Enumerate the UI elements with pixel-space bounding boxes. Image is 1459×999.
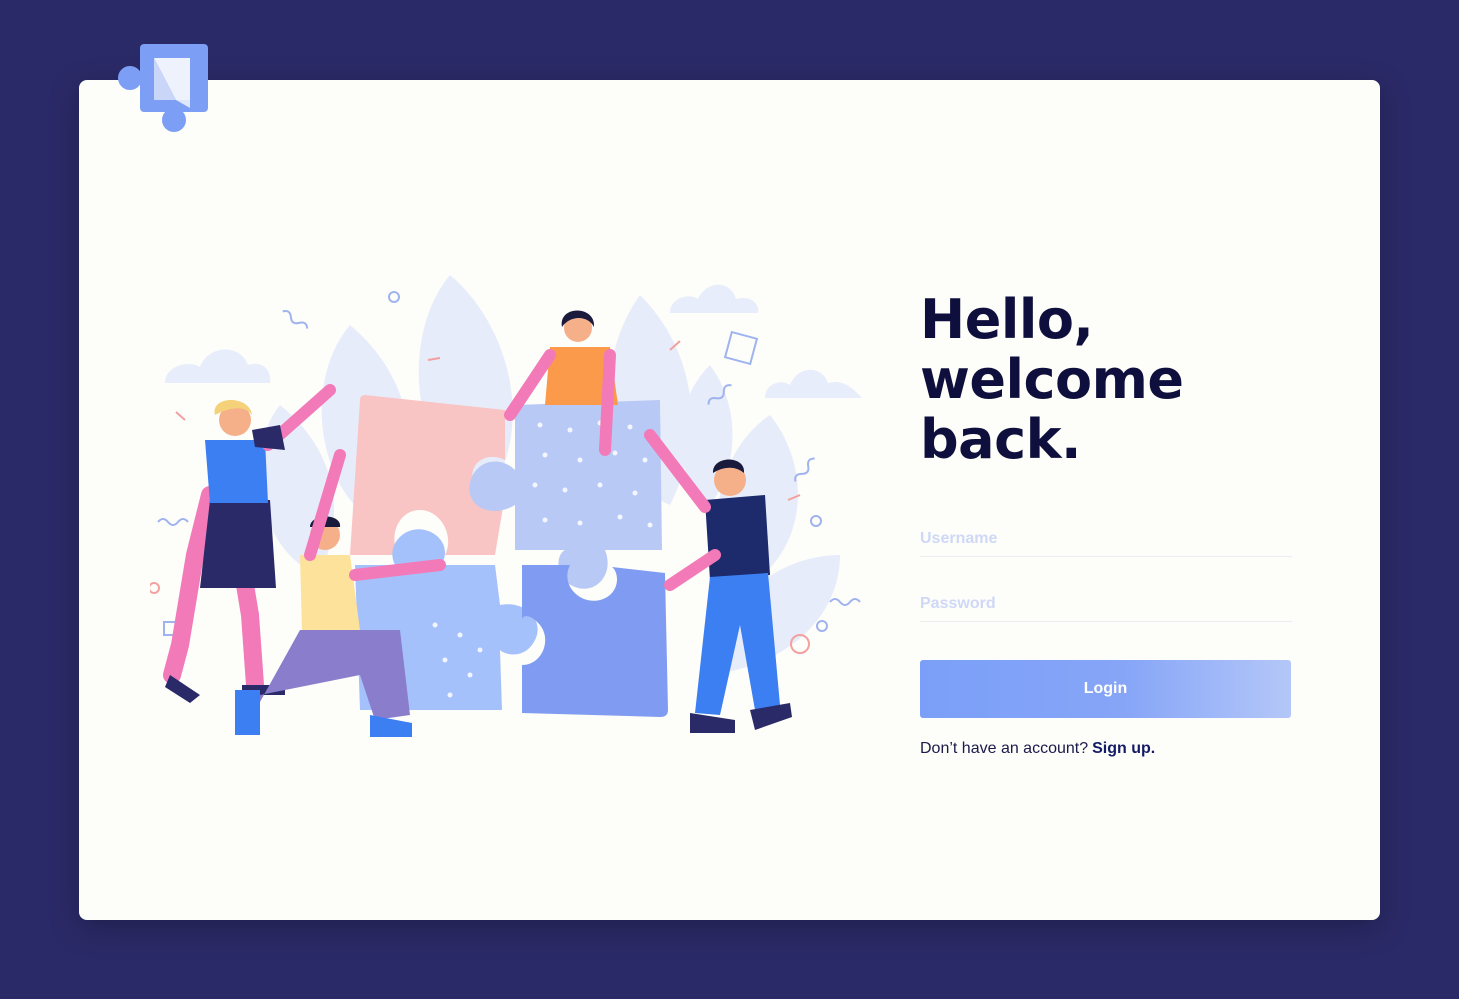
login-button[interactable]: Login bbox=[920, 660, 1291, 718]
username-field-wrapper bbox=[920, 512, 1292, 557]
clouds-decoration bbox=[165, 284, 862, 398]
page-title: Hello, welcome back. bbox=[920, 290, 1350, 470]
puzzle-logo-icon bbox=[118, 44, 208, 132]
password-input[interactable] bbox=[920, 595, 1292, 613]
greeting-line-2: welcome back. bbox=[920, 348, 1184, 471]
password-field-wrapper bbox=[920, 577, 1292, 622]
greeting-line-1: Hello, bbox=[920, 288, 1094, 351]
signup-link[interactable]: Sign up. bbox=[1092, 740, 1155, 757]
signup-row: Don’t have an account? Sign up. bbox=[920, 740, 1350, 758]
signup-prompt: Don’t have an account? bbox=[920, 740, 1089, 757]
team-puzzle-illustration bbox=[150, 275, 862, 737]
login-form: Hello, welcome back. Login Don’t have an… bbox=[920, 290, 1350, 758]
username-input[interactable] bbox=[920, 530, 1292, 548]
